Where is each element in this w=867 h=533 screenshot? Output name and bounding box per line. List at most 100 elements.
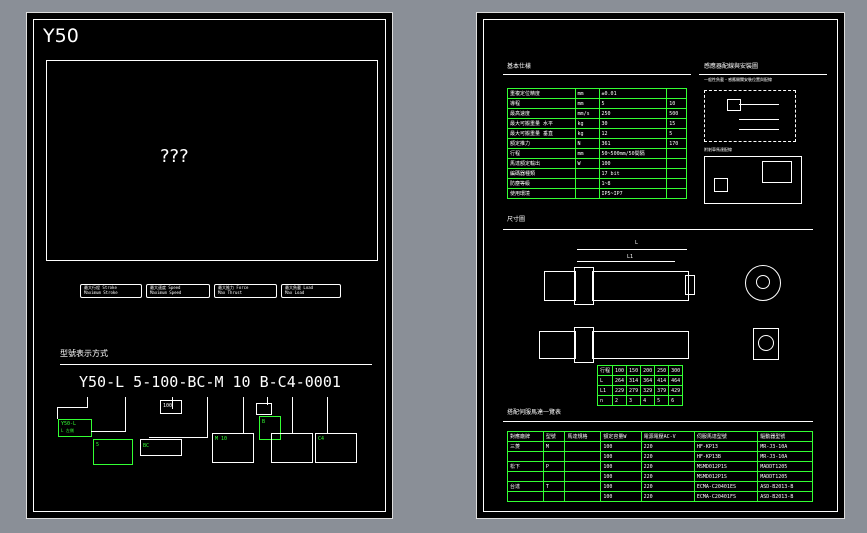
table-cell: 100: [600, 441, 642, 452]
table-cell: 100: [598, 158, 668, 169]
table-cell: 驅動器型號: [757, 431, 813, 442]
table-cell: 最大可搬重量 垂直: [507, 128, 576, 139]
table-cell: mm: [574, 148, 600, 159]
table-cell: n: [596, 395, 614, 406]
table-cell: [564, 461, 602, 472]
table-cell: 100: [600, 471, 642, 482]
motor-heading: 搭配伺服馬達一覽表: [507, 409, 562, 416]
table-cell: 279: [626, 385, 642, 396]
table-cell: 1~8: [598, 178, 668, 189]
table-cell: [564, 441, 602, 452]
left-drawing-sheet: Y50 ??? 最大行程 Stroke Maximum Stroke 最大速度 …: [26, 12, 393, 519]
table-cell: HF-KP13B: [693, 451, 759, 462]
table-cell: 伺服馬達型號: [693, 431, 759, 442]
table-cell: 500: [666, 108, 687, 119]
table-cell: 額定容量W: [600, 431, 642, 442]
spec-row: 最大可搬重量 水平 kg 30 15: [507, 118, 687, 129]
tag-cable-a: [271, 433, 313, 463]
table-cell: 最高速度: [507, 108, 576, 119]
wiring-note: 一般性負載・感應開關安裝位置與配線: [704, 77, 772, 82]
tag-limit: BC: [140, 439, 182, 456]
table-cell: 6: [668, 395, 684, 406]
motor-row: 100 220 ECMA-C20401FS ASD-B2013-B: [507, 491, 813, 502]
table-cell: 導程: [507, 98, 576, 109]
table-cell: 220: [640, 461, 695, 472]
table-cell: kg: [574, 128, 600, 139]
table-cell: L1: [596, 385, 614, 396]
table-cell: [666, 178, 687, 189]
spec-row: 最大可搬重量 垂直 kg 12 5: [507, 128, 687, 139]
table-cell: 100: [600, 461, 642, 472]
table-cell: 2: [612, 395, 628, 406]
table-cell: 100: [600, 481, 642, 492]
table-cell: ASD-B2013-B: [757, 491, 813, 502]
table-cell: mm: [574, 88, 600, 99]
tag-motor: M 10: [212, 433, 254, 463]
table-cell: ECMA-C20401ES: [693, 481, 759, 492]
table-cell: MSMD012P1S: [693, 461, 759, 472]
stroke-row: 行程 100 150 200 250 300: [596, 365, 684, 376]
table-cell: 4: [640, 395, 656, 406]
table-cell: T: [542, 481, 566, 492]
table-cell: 5: [666, 128, 687, 139]
table-cell: 30: [598, 118, 668, 129]
table-cell: [564, 471, 602, 482]
motor-row: 100 220 HF-KP13B MR-J3-10A: [507, 451, 813, 462]
table-cell: [666, 188, 687, 199]
table-cell: 行程: [507, 148, 576, 159]
table-cell: [542, 491, 566, 502]
table-cell: 3: [626, 395, 642, 406]
table-cell: 防塵等級: [507, 178, 576, 189]
ordering-heading: 型號表示方式: [60, 349, 108, 358]
table-cell: MR-J3-10A: [757, 451, 813, 462]
spec-row: 導程 mm 5 10: [507, 98, 687, 109]
table-cell: 使用環境: [507, 188, 576, 199]
table-cell: 464: [668, 375, 684, 386]
table-cell: 220: [640, 491, 695, 502]
table-cell: 329: [640, 385, 656, 396]
table-cell: W: [574, 158, 600, 169]
table-cell: 264: [612, 375, 628, 386]
tag-lead: 5: [93, 439, 133, 465]
table-cell: 250: [598, 108, 668, 119]
table-cell: 電源電壓AC-V: [640, 431, 695, 442]
table-cell: MADDT1205: [757, 461, 813, 472]
table-cell: 型號: [542, 431, 566, 442]
table-cell: [507, 471, 544, 482]
motor-row: 三菱 M 100 220 HF-KP13 MR-J3-10A: [507, 441, 813, 452]
wiring-heading: 感應器配線與安裝圖: [704, 63, 759, 70]
table-cell: [564, 481, 602, 492]
table-cell: 100: [600, 491, 642, 502]
stroke-row: L 264 314 364 414 464: [596, 375, 684, 386]
motor-row: 台達 T 100 220 ECMA-C20401ES ASD-B2013-B: [507, 481, 813, 492]
table-cell: [574, 178, 600, 189]
model-title: Y50: [43, 25, 79, 47]
table-cell: [574, 188, 600, 199]
motor-table: 對應廠牌 型號 馬達規格 額定容量W 電源電壓AC-V 伺服馬達型號 驅動器型號 三菱 M 10…: [507, 431, 813, 502]
table-cell: 重複定位精度: [507, 88, 576, 99]
table-cell: [542, 451, 566, 462]
spec-row: 額定推力 N 361 170: [507, 138, 687, 149]
table-cell: 馬達額定輸出: [507, 158, 576, 169]
model-code: Y50-L 5-100-BC-M 10 B-C4-0001: [79, 373, 341, 391]
motor-row: 松下 P 100 220 MSMD012P1S MADDT1205: [507, 461, 813, 472]
badge-speed: 最大速度 Speed Maximum Speed: [146, 284, 210, 298]
table-cell: 12: [598, 128, 668, 139]
table-cell: 5: [598, 98, 668, 109]
table-cell: 220: [640, 471, 695, 482]
table-cell: mm: [574, 98, 600, 109]
table-cell: MR-J3-10A: [757, 441, 813, 452]
table-cell: 額定推力: [507, 138, 576, 149]
table-cell: 台達: [507, 481, 544, 492]
table-cell: N: [574, 138, 600, 149]
stroke-row: n23456: [596, 395, 684, 406]
table-cell: 10: [666, 98, 687, 109]
stroke-table: 行程 100 150 200 250 300 L 264 314 364 414 464 L1 229 27…: [596, 365, 684, 406]
tag-brake-box: [256, 403, 272, 415]
image-placeholder: ???: [160, 146, 189, 167]
actuator-body-top: [592, 271, 689, 301]
table-cell: [564, 451, 602, 462]
badge-force: 最大推力 Force Max Thrust: [214, 284, 277, 298]
tag-series: Y50-L L 左側: [58, 419, 92, 437]
spec-row: 防塵等級 1~8: [507, 178, 687, 189]
